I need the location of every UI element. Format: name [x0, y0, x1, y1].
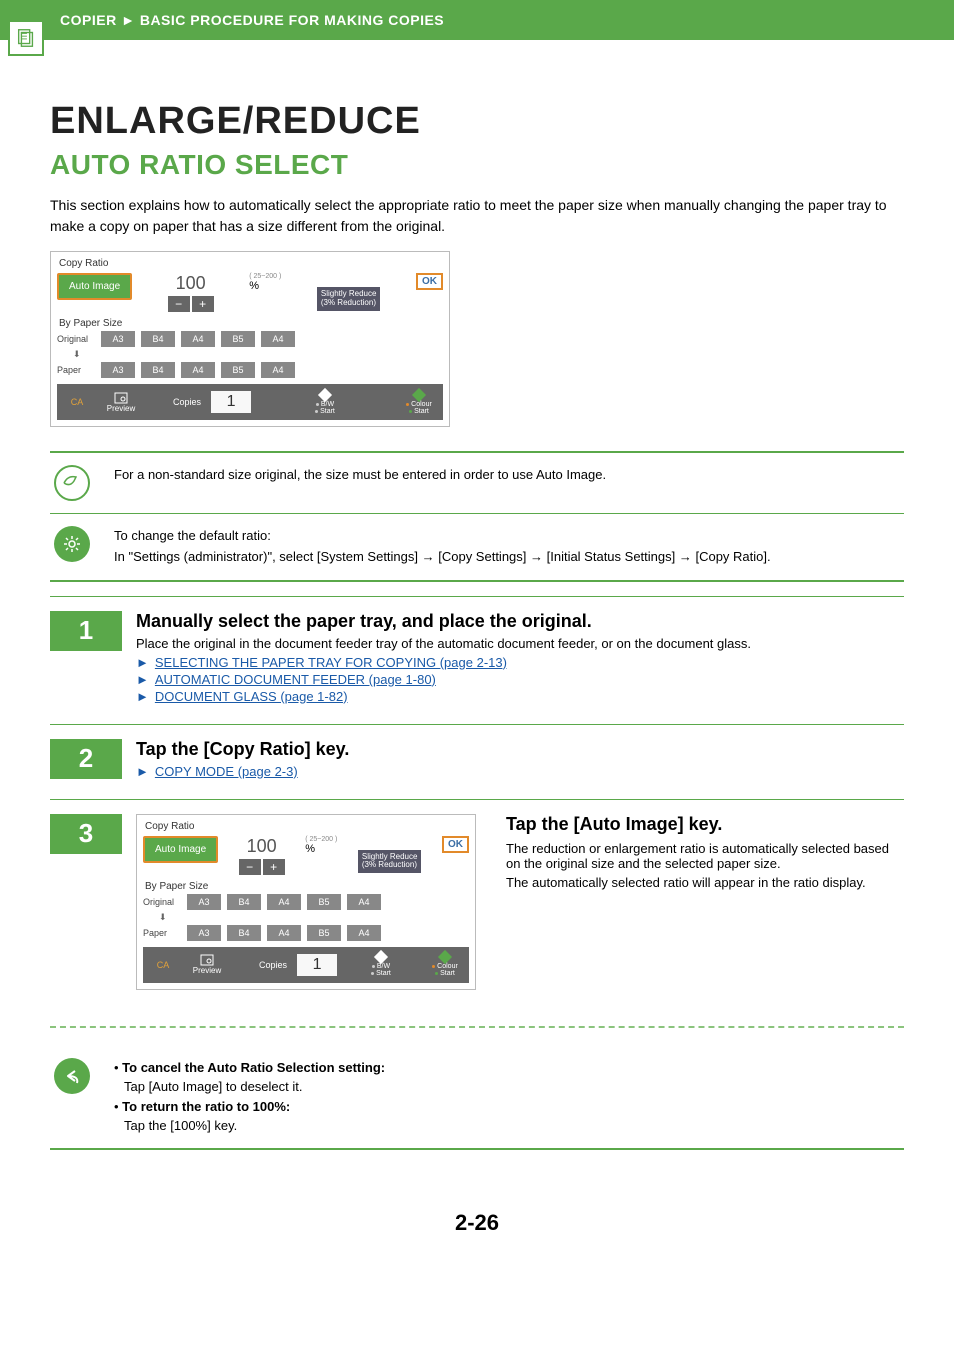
auto-image-button[interactable]: Auto Image	[57, 273, 132, 300]
tips-block: • To cancel the Auto Ratio Selection set…	[50, 1046, 904, 1148]
header-bar: COPIER ► BASIC PROCEDURE FOR MAKING COPI…	[0, 0, 954, 40]
settings-icon	[54, 526, 90, 562]
ratio-minus-button[interactable]: −	[168, 296, 190, 312]
step-desc: Place the original in the document feede…	[136, 636, 904, 651]
ratio-plus-button[interactable]: +	[192, 296, 214, 312]
step-title: Manually select the paper tray, and plac…	[136, 611, 904, 632]
size-a4r-button[interactable]: A4	[261, 331, 295, 347]
page-subtitle: AUTO RATIO SELECT	[50, 149, 904, 181]
tip2-title: To return the ratio to 100%:	[122, 1099, 290, 1114]
page-number: 2-26	[50, 1210, 904, 1236]
ok-button[interactable]: OK	[442, 836, 469, 853]
ok-button[interactable]: OK	[416, 273, 443, 290]
ratio-value: 100	[176, 273, 206, 294]
step-title: Tap the [Auto Image] key.	[506, 814, 904, 835]
ratio-plus-button[interactable]: +	[263, 859, 285, 875]
intro-text: This section explains how to automatical…	[50, 195, 904, 237]
diamond-icon	[318, 387, 332, 401]
percent-symbol: %	[249, 280, 259, 292]
link-paper-tray[interactable]: SELECTING THE PAPER TRAY FOR COPYING (pa…	[155, 655, 507, 670]
colour-start-button[interactable]: Colour Start	[425, 952, 465, 977]
size-b4-button[interactable]: B4	[141, 362, 175, 378]
paper-size-row: Paper A3 B4 A4 B5 A4	[57, 362, 443, 378]
by-paper-size-label: By Paper Size	[59, 318, 443, 329]
copies-value[interactable]: 1	[297, 954, 337, 976]
size-b4-button[interactable]: B4	[141, 331, 175, 347]
breadcrumb-separator: ►	[121, 12, 135, 28]
note-text: For a non-standard size original, the si…	[114, 465, 904, 486]
copies-label: Copies	[173, 397, 201, 407]
size-b5-button[interactable]: B5	[221, 362, 255, 378]
step-links: ►SELECTING THE PAPER TRAY FOR COPYING (p…	[136, 655, 904, 704]
breadcrumb-section[interactable]: COPIER	[60, 12, 117, 28]
step3-desc2: The automatically selected ratio will ap…	[506, 875, 904, 890]
step-3: 3 Copy Ratio Auto Image 100 − + ( 25~200…	[50, 800, 904, 1008]
bw-start-button[interactable]: B/W Start	[305, 390, 345, 415]
ratio-minus-button[interactable]: −	[239, 859, 261, 875]
link-adf[interactable]: AUTOMATIC DOCUMENT FEEDER (page 1-80)	[155, 672, 436, 687]
slightly-reduce-button[interactable]: Slightly Reduce (3% Reduction)	[358, 850, 422, 874]
step-1: 1 Manually select the paper tray, and pl…	[50, 597, 904, 724]
preview-button[interactable]: Preview	[185, 954, 229, 975]
page-title: ENLARGE/REDUCE	[50, 100, 904, 143]
panel-title: Copy Ratio	[59, 258, 443, 269]
size-a3-button[interactable]: A3	[101, 331, 135, 347]
note-title: To change the default ratio:	[114, 526, 904, 547]
step-number: 1	[50, 611, 122, 651]
ca-button[interactable]: CA	[147, 960, 179, 970]
copies-value[interactable]: 1	[211, 391, 251, 413]
arrow-down-icon: ⬇	[159, 912, 469, 923]
link-document-glass[interactable]: DOCUMENT GLASS (page 1-82)	[155, 689, 348, 704]
step3-desc1: The reduction or enlargement ratio is au…	[506, 841, 904, 871]
back-arrow-icon	[54, 1058, 90, 1094]
breadcrumb-subsection[interactable]: BASIC PROCEDURE FOR MAKING COPIES	[140, 12, 444, 28]
size-a3-button[interactable]: A3	[101, 362, 135, 378]
preview-icon	[200, 954, 214, 966]
size-a4-button[interactable]: A4	[181, 362, 215, 378]
breadcrumb: COPIER ► BASIC PROCEDURE FOR MAKING COPI…	[60, 12, 444, 28]
copier-mode-icon	[8, 20, 44, 56]
tip1-title: To cancel the Auto Ratio Selection setti…	[122, 1060, 385, 1075]
tip2-body: Tap the [100%] key.	[114, 1116, 385, 1136]
colour-start-button[interactable]: Colour Start	[399, 390, 439, 415]
preview-icon	[114, 392, 128, 404]
copy-ratio-panel-step3: Copy Ratio Auto Image 100 − + ( 25~200 )…	[136, 814, 476, 990]
arrow-down-icon: ⬇	[73, 349, 443, 360]
copy-ratio-panel: Copy Ratio Auto Image 100 − + ( 25~200 )…	[50, 251, 450, 427]
size-a4r-button[interactable]: A4	[261, 362, 295, 378]
size-a4-button[interactable]: A4	[181, 331, 215, 347]
slightly-reduce-button[interactable]: Slightly Reduce (3% Reduction)	[317, 287, 381, 311]
step-2: 2 Tap the [Copy Ratio] key. ►COPY MODE (…	[50, 725, 904, 799]
ca-button[interactable]: CA	[61, 397, 93, 407]
step-links: ►COPY MODE (page 2-3)	[136, 764, 904, 779]
note-nonstandard: For a non-standard size original, the si…	[50, 453, 904, 513]
link-copy-mode[interactable]: COPY MODE (page 2-3)	[155, 764, 298, 779]
step-number: 2	[50, 739, 122, 779]
original-size-row: Original A3 B4 A4 B5 A4	[57, 331, 443, 347]
size-b5-button[interactable]: B5	[221, 331, 255, 347]
ratio-range: ( 25~200 )	[249, 273, 281, 280]
step-number: 3	[50, 814, 122, 854]
preview-button[interactable]: Preview	[99, 392, 143, 413]
tip1-body: Tap [Auto Image] to deselect it.	[114, 1077, 385, 1097]
panel-bottom-bar: CA Preview Copies 1 B/W Start Colour Sta…	[57, 384, 443, 420]
document-stack-icon	[15, 27, 37, 49]
info-icon	[54, 465, 90, 501]
note-body: In "Settings (administrator)", select [S…	[114, 547, 904, 568]
diamond-icon	[412, 387, 426, 401]
step-title: Tap the [Copy Ratio] key.	[136, 739, 904, 760]
auto-image-button[interactable]: Auto Image	[143, 836, 218, 863]
bw-start-button[interactable]: B/W Start	[361, 952, 401, 977]
note-default-ratio: To change the default ratio: In "Setting…	[50, 514, 904, 580]
